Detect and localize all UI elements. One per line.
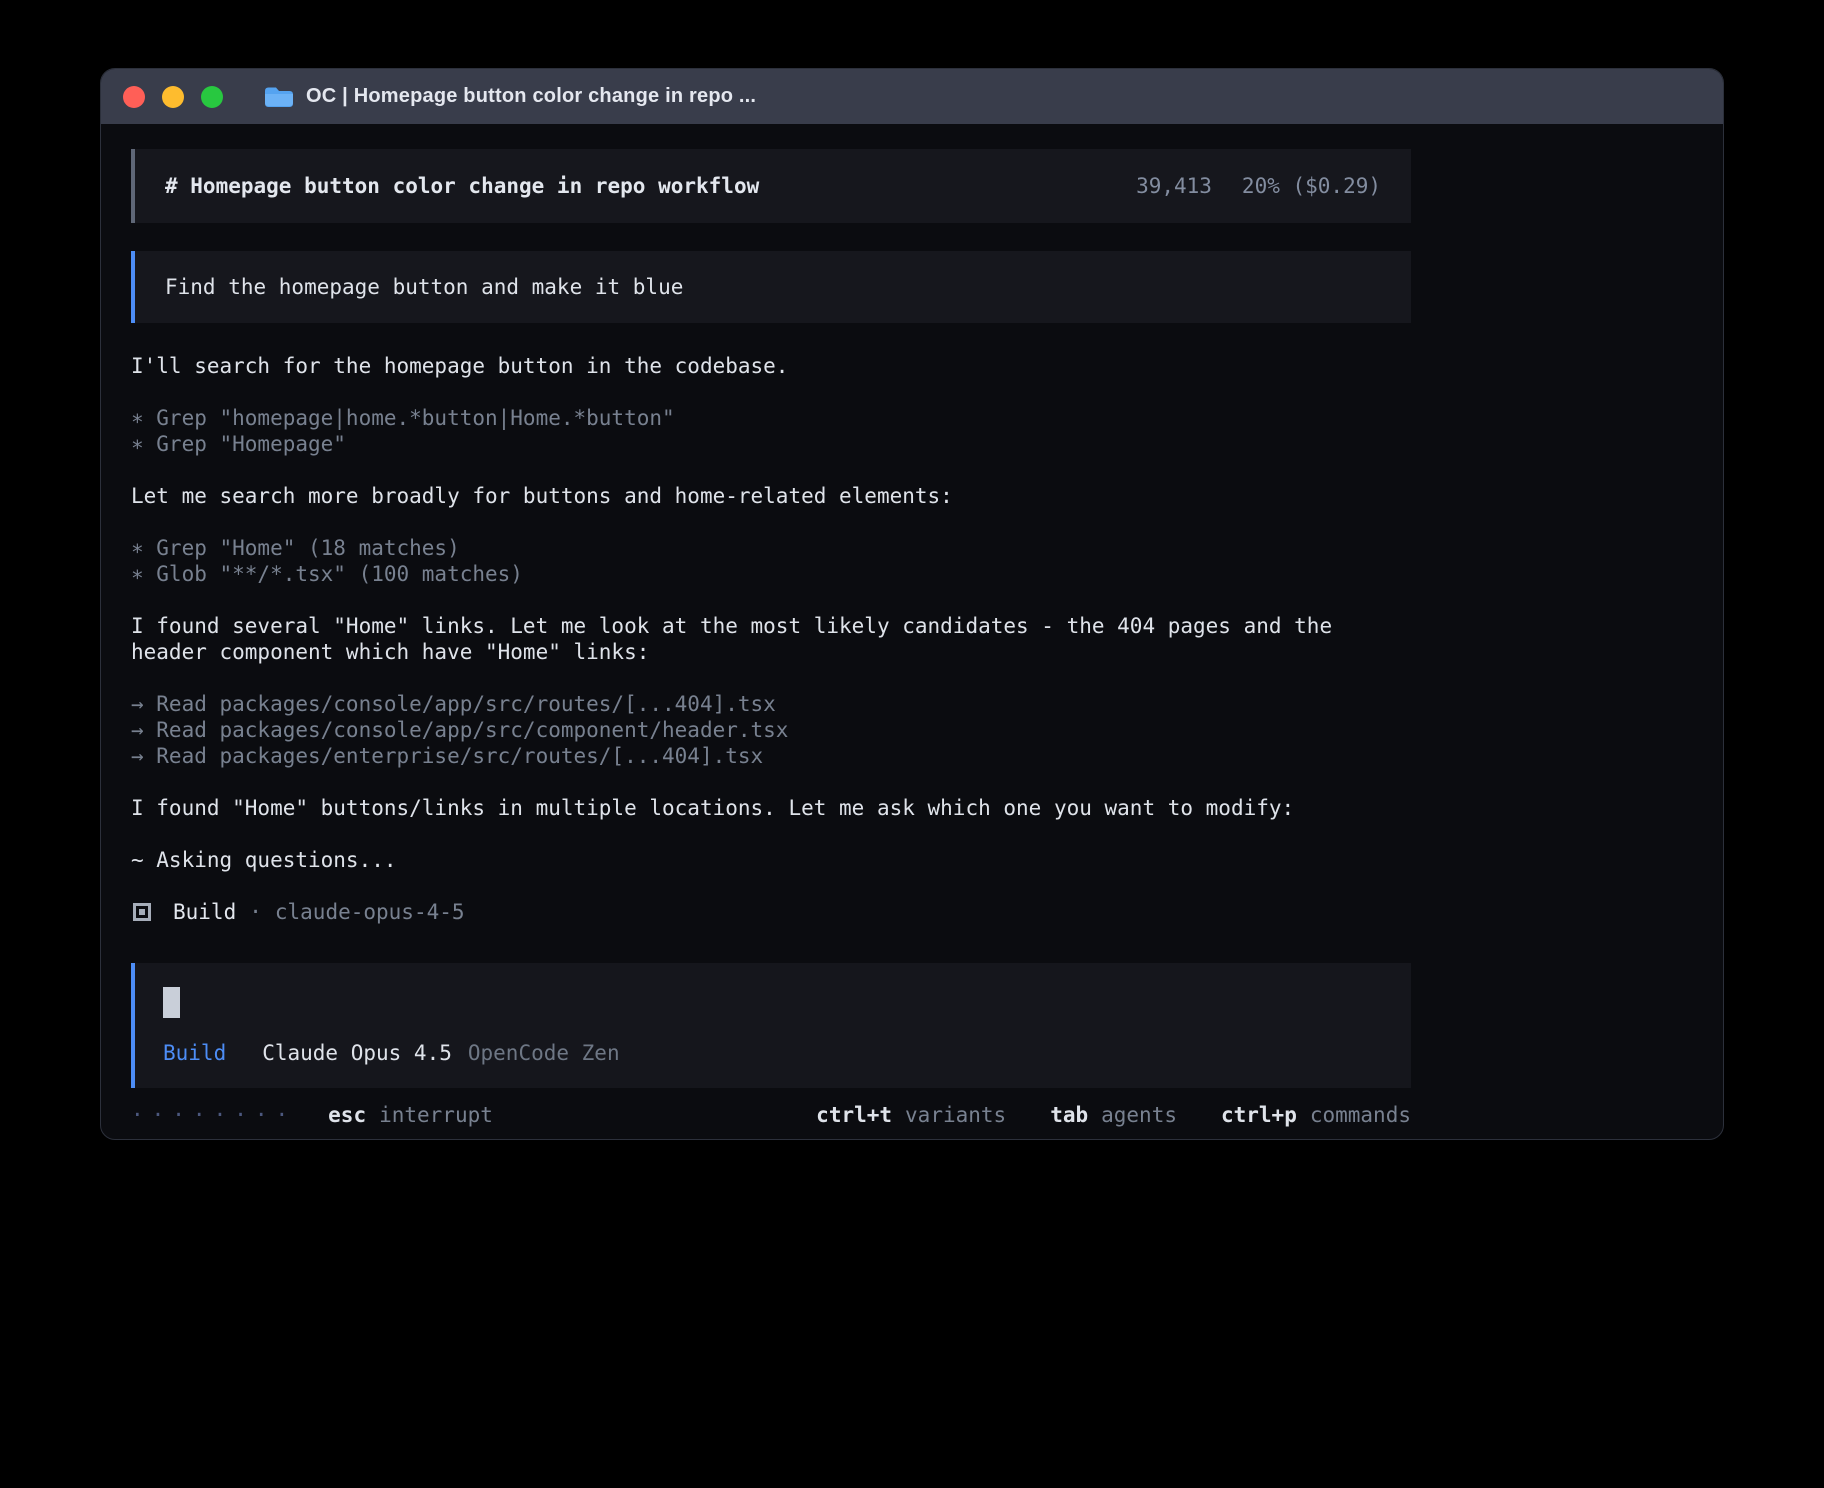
- agents-label: agents: [1101, 1102, 1177, 1128]
- prompt-input[interactable]: Build Claude Opus 4.5 OpenCode Zen: [131, 963, 1411, 1088]
- user-message: Find the homepage button and make it blu…: [131, 251, 1411, 323]
- tab-key: tab: [1050, 1102, 1088, 1128]
- hint-agents: tab agents: [1050, 1102, 1177, 1128]
- text-cursor: [163, 987, 180, 1018]
- esc-key: esc: [328, 1102, 366, 1128]
- variants-label: variants: [905, 1102, 1006, 1128]
- mode-label[interactable]: Build: [163, 1040, 226, 1066]
- assistant-text: I'll search for the homepage button in t…: [131, 353, 1411, 379]
- agent-model: claude-opus-4-5: [275, 899, 465, 925]
- user-message-text: Find the homepage button and make it blu…: [165, 275, 683, 299]
- tool-calls-search: ∗ Grep "Home" (18 matches) ∗ Glob "**/*.…: [131, 535, 1411, 587]
- session-header: # Homepage button color change in repo w…: [131, 149, 1411, 223]
- session-stats: 39,413 20% ($0.29): [1136, 173, 1381, 199]
- model-label[interactable]: Claude Opus 4.5: [262, 1040, 452, 1066]
- model-line: Build Claude Opus 4.5 OpenCode Zen: [163, 1040, 1383, 1066]
- status-bar: ········ esc interrupt ctrl+t variants t…: [131, 1102, 1411, 1128]
- ctrl-t-key: ctrl+t: [816, 1102, 892, 1128]
- agent-square-icon: [133, 903, 151, 921]
- assistant-text: Let me search more broadly for buttons a…: [131, 483, 1411, 509]
- status-left: ········ esc interrupt: [131, 1102, 493, 1128]
- agent-status-line: Build · claude-opus-4-5: [131, 899, 1411, 925]
- traffic-lights: [123, 86, 223, 108]
- ctrl-p-key: ctrl+p: [1221, 1102, 1297, 1128]
- folder-icon: [263, 85, 293, 109]
- file-reads: → Read packages/console/app/src/routes/[…: [131, 691, 1411, 769]
- separator-dot: ·: [249, 899, 262, 925]
- tool-call: ∗ Grep "Home" (18 matches): [131, 535, 1411, 561]
- provider-label: OpenCode Zen: [468, 1040, 620, 1066]
- assistant-text: I found "Home" buttons/links in multiple…: [131, 795, 1411, 821]
- hint-commands: ctrl+p commands: [1221, 1102, 1411, 1128]
- context-cost: 20% ($0.29): [1242, 173, 1381, 199]
- window-title: OC | Homepage button color change in rep…: [306, 85, 756, 108]
- commands-label: commands: [1310, 1102, 1411, 1128]
- spinner-dots: ········: [131, 1102, 296, 1128]
- tool-call: ∗ Glob "**/*.tsx" (100 matches): [131, 561, 1411, 587]
- session-title: # Homepage button color change in repo w…: [165, 173, 759, 199]
- token-count: 39,413: [1136, 173, 1212, 199]
- file-read: → Read packages/console/app/src/routes/[…: [131, 691, 1411, 717]
- tool-call: ∗ Grep "homepage|home.*button|Home.*butt…: [131, 405, 1411, 431]
- title-group: OC | Homepage button color change in rep…: [263, 85, 756, 109]
- esc-label: interrupt: [379, 1102, 493, 1128]
- asking-questions-status: ~ Asking questions...: [131, 847, 1411, 873]
- tool-calls-grep: ∗ Grep "homepage|home.*button|Home.*butt…: [131, 405, 1411, 457]
- file-read: → Read packages/enterprise/src/routes/[.…: [131, 743, 1411, 769]
- tool-call: ∗ Grep "Homepage": [131, 431, 1411, 457]
- zoom-button[interactable]: [201, 86, 223, 108]
- terminal-window: OC | Homepage button color change in rep…: [100, 68, 1724, 1140]
- hint-interrupt: esc interrupt: [328, 1102, 493, 1128]
- close-button[interactable]: [123, 86, 145, 108]
- assistant-text: I found several "Home" links. Let me loo…: [131, 613, 1411, 665]
- file-read: → Read packages/console/app/src/componen…: [131, 717, 1411, 743]
- status-right: ctrl+t variants tab agents ctrl+p comman…: [816, 1102, 1411, 1128]
- minimize-button[interactable]: [162, 86, 184, 108]
- titlebar[interactable]: OC | Homepage button color change in rep…: [101, 69, 1723, 124]
- terminal-content: # Homepage button color change in repo w…: [101, 124, 1723, 1128]
- agent-name: Build: [173, 899, 236, 925]
- hint-variants: ctrl+t variants: [816, 1102, 1006, 1128]
